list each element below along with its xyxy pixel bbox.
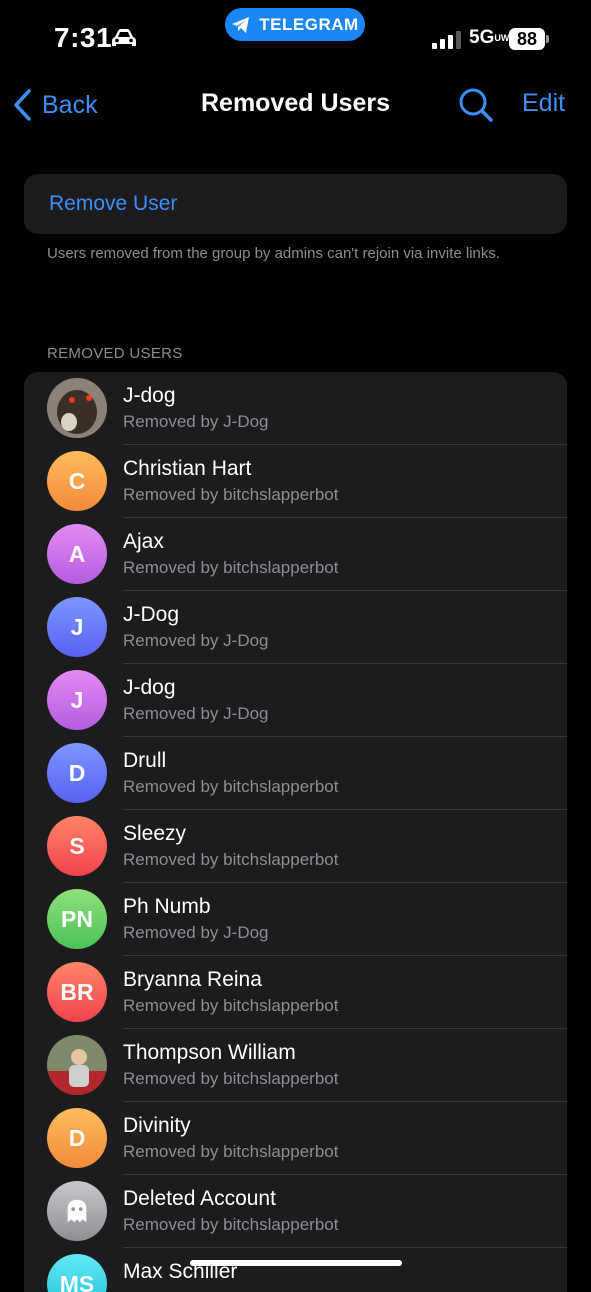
user-name: J-Dog (123, 603, 180, 626)
back-button[interactable]: Back (12, 86, 98, 124)
user-row[interactable]: Deleted Account Removed by bitchslapperbo… (24, 1175, 567, 1248)
section-header: REMOVED USERS (47, 345, 183, 362)
chevron-left-icon (14, 89, 31, 121)
battery-icon: 88 (509, 28, 545, 50)
avatar-initials: A (47, 524, 107, 584)
status-time: 7:31 (54, 22, 113, 53)
removed-by-label: Removed by bitchslapperbot (123, 850, 339, 869)
user-row[interactable]: S Sleezy Removed by bitchslapperbot (24, 810, 567, 883)
user-name: Deleted Account (123, 1187, 276, 1210)
avatar-initials: C (47, 451, 107, 511)
removed-by-label: Removed by J-Dog (123, 631, 269, 650)
dog-photo-icon (47, 378, 107, 438)
user-row[interactable]: PN Ph Numb Removed by J-Dog (24, 883, 567, 956)
battery-tip (546, 35, 549, 43)
user-name: J-dog (123, 384, 176, 407)
user-name: Thompson William (123, 1041, 296, 1064)
removed-by-label: Removed by bitchslapperbot (123, 1069, 339, 1088)
user-row[interactable]: MS Max Schiller (24, 1248, 567, 1292)
avatar-initials: J (47, 670, 107, 730)
user-row[interactable]: J J-dog Removed by J-Dog (24, 664, 567, 737)
user-row[interactable]: C Christian Hart Removed by bitchslapperbo… (24, 445, 567, 518)
home-indicator[interactable] (190, 1260, 402, 1266)
user-row[interactable]: D Divinity Removed by bitchslapperbot (24, 1102, 567, 1175)
avatar-initials: J (47, 597, 107, 657)
avatar-photo (47, 378, 107, 438)
user-name: Drull (123, 749, 167, 772)
remove-user-label: Remove User (49, 192, 178, 215)
telegram-plane-icon (232, 16, 250, 33)
removed-by-label: Removed by bitchslapperbot (123, 558, 339, 577)
removed-by-label: Removed by bitchslapperbot (123, 1215, 339, 1234)
avatar-initials: D (47, 1108, 107, 1168)
removed-by-label: Removed by J-Dog (123, 704, 269, 723)
removed-by-label: Removed by J-Dog (123, 923, 269, 942)
avatar-initials: S (47, 816, 107, 876)
avatar-initials: BR (47, 962, 107, 1022)
person-photo-icon (47, 1035, 107, 1095)
car-icon (112, 29, 136, 46)
back-label: Back (42, 90, 98, 119)
avatar-photo (47, 1035, 107, 1095)
user-row[interactable]: J-dog Removed by J-Dog (24, 372, 567, 445)
removed-by-label: Removed by bitchslapperbot (123, 996, 339, 1015)
removed-by-label: Removed by bitchslapperbot (123, 1142, 339, 1161)
user-row[interactable]: BR Bryanna Reina Removed by bitchslapperbo… (24, 956, 567, 1029)
network-label: 5GUW (469, 27, 510, 48)
telegram-pill[interactable]: TELEGRAM (225, 8, 365, 41)
user-name: Ph Numb (123, 895, 211, 918)
user-name: Divinity (123, 1114, 191, 1137)
removed-users-list: J-dog Removed by J-Dog C Christian Hart Remo… (24, 372, 567, 1292)
signal-icon (432, 31, 461, 49)
edit-button[interactable]: Edit (522, 89, 565, 118)
avatar-initials: MS (47, 1254, 107, 1292)
removed-by-label: Removed by bitchslapperbot (123, 777, 339, 796)
removed-by-label: Removed by J-Dog (123, 412, 269, 431)
ghost-icon (67, 1199, 87, 1223)
avatar-initials: PN (47, 889, 107, 949)
user-row[interactable]: J J-Dog Removed by J-Dog (24, 591, 567, 664)
user-name: Christian Hart (123, 457, 252, 480)
remove-user-button[interactable]: Remove User (24, 174, 567, 234)
pill-label: TELEGRAM (259, 14, 359, 34)
user-name: J-dog (123, 676, 176, 699)
search-icon[interactable] (458, 87, 494, 123)
avatar-initials: D (47, 743, 107, 803)
user-row[interactable]: A Ajax Removed by bitchslapperbot (24, 518, 567, 591)
status-bar: 7:31 TELEGRAM 5GUW 88 (0, 0, 591, 80)
avatar-ghost (47, 1181, 107, 1241)
user-name: Sleezy (123, 822, 187, 845)
removed-by-label: Removed by bitchslapperbot (123, 485, 339, 504)
user-name: Bryanna Reina (123, 968, 262, 991)
info-note: Users removed from the group by admins c… (47, 245, 501, 262)
user-name: Ajax (123, 530, 164, 553)
user-row[interactable]: Thompson William Removed by bitchslapperb… (24, 1029, 567, 1102)
user-row[interactable]: D Drull Removed by bitchslapperbot (24, 737, 567, 810)
